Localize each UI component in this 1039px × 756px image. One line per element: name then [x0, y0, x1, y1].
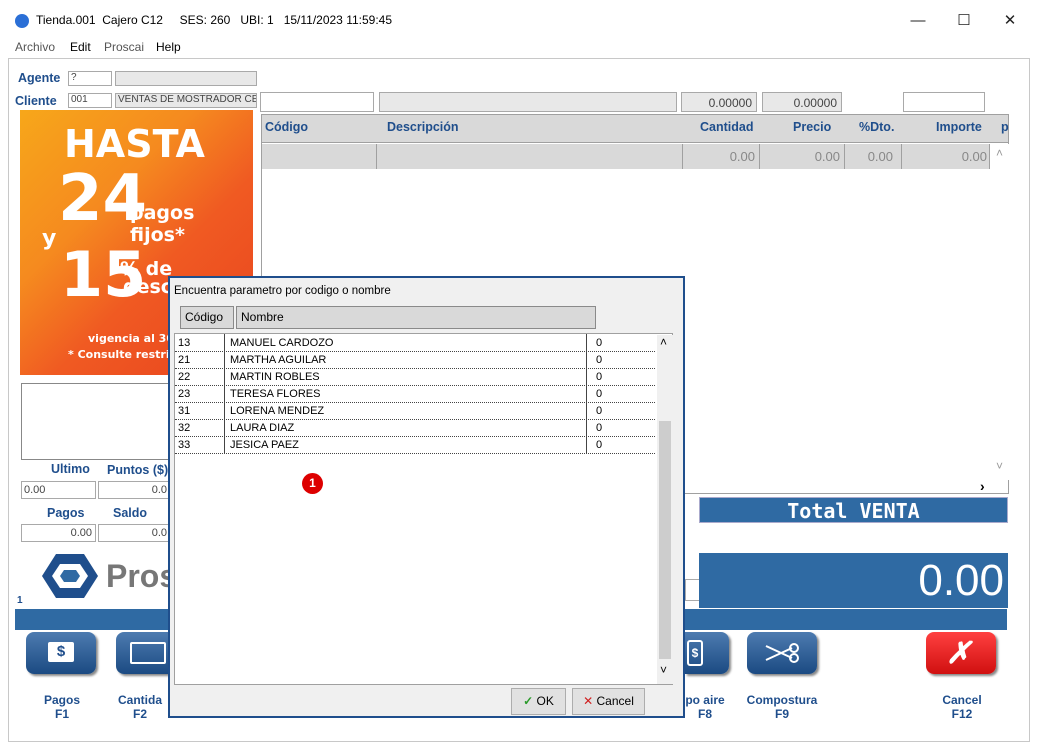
ultimo-label: Ultimo — [51, 462, 90, 476]
cell-importe[interactable]: 0.00 — [902, 144, 990, 169]
col-cantidad[interactable]: Cantidad — [700, 120, 753, 134]
puntos-label: Puntos ($) — [107, 463, 169, 477]
cancel-button[interactable]: ✕ Cancel — [572, 688, 645, 715]
col-p[interactable]: p — [1001, 120, 1009, 134]
dialog-col-nombre[interactable]: Nombre — [236, 306, 596, 329]
col-importe[interactable]: Importe — [936, 120, 982, 134]
maximize-button[interactable]: ☐ — [942, 10, 986, 32]
close-button[interactable]: ✕ — [988, 10, 1032, 32]
menu-proscai[interactable]: Proscai — [104, 40, 144, 54]
agente-code-field[interactable]: ? — [68, 71, 112, 86]
tiempo-aire-button-label[interactable]: po aire F8 — [680, 693, 730, 721]
col-descripcion[interactable]: Descripción — [387, 120, 459, 134]
menu-archivo[interactable]: Archivo — [15, 40, 55, 54]
value2-field[interactable]: 0.00000 — [762, 92, 842, 112]
pagos-field: 0.00 — [21, 524, 96, 542]
x-icon: ✗ — [946, 637, 972, 670]
scroll-right-icon[interactable]: › — [980, 478, 985, 494]
cantidad-button[interactable] — [116, 632, 168, 674]
search-field[interactable] — [260, 92, 374, 112]
scroll-up-icon[interactable]: ˄ — [996, 146, 1003, 160]
pagos-button-label[interactable]: Pagos F1 — [17, 693, 107, 721]
cell-dto[interactable]: 0.00 — [845, 144, 902, 169]
promo-text: pagos fijos* — [130, 202, 195, 246]
promo-text: y — [42, 226, 57, 251]
scissors-icon — [764, 642, 800, 664]
saldo-label: Saldo — [113, 506, 148, 520]
list-item[interactable]: 23 TERESA FLORES 0 — [175, 386, 655, 403]
extra-field[interactable] — [903, 92, 985, 112]
scroll-up-icon[interactable]: ˄ — [660, 335, 667, 349]
description-field[interactable] — [379, 92, 677, 112]
total-value: 0.00 — [699, 553, 1008, 608]
col-dto[interactable]: %Dto. — [859, 120, 894, 134]
saldo-field: 0.0 — [98, 524, 170, 542]
counter-label: 1 — [17, 595, 23, 606]
app-icon — [15, 14, 29, 28]
cliente-name-field[interactable]: VENTAS DE MOSTRADOR CEN — [115, 93, 257, 108]
dialog-title: Encuentra parametro por codigo o nombre — [174, 285, 391, 297]
x-icon: ✕ — [583, 694, 594, 708]
cell-codigo[interactable] — [262, 144, 377, 169]
list-item[interactable]: 13 MANUEL CARDOZO 0 — [175, 335, 655, 352]
cantidad-button-label[interactable]: Cantida F2 — [110, 693, 170, 721]
list-item[interactable]: 31 LORENA MENDEZ 0 — [175, 403, 655, 420]
total-spacer — [685, 579, 699, 601]
menu-help[interactable]: Help — [156, 40, 181, 54]
compostura-button[interactable] — [747, 632, 817, 674]
cancel-f12-button[interactable]: ✗ — [926, 632, 996, 674]
cell-cantidad[interactable]: 0.00 — [683, 144, 760, 169]
list-item[interactable]: 32 LAURA DIAZ 0 — [175, 420, 655, 437]
dialog-col-codigo[interactable]: Código — [180, 306, 234, 329]
menu-edit[interactable]: Edit — [70, 40, 91, 54]
puntos-field: 0.0 — [98, 481, 170, 499]
scroll-down-icon[interactable]: ˅ — [996, 459, 1003, 473]
logo-text: Pros — [106, 558, 178, 594]
ok-button[interactable]: ✓ OK — [511, 688, 566, 715]
cell-precio[interactable]: 0.00 — [760, 144, 845, 169]
ultimo-field: 0.00 — [21, 481, 96, 499]
total-label: Total VENTA — [699, 497, 1008, 523]
grid-vertical-scrollbar[interactable]: ˄ ˅ — [993, 144, 1009, 480]
dialog-results-list[interactable]: 13 MANUEL CARDOZO 0 21 MARTHA AGUILAR 0 22 MA… — [174, 333, 673, 685]
cliente-code-field[interactable]: 001 — [68, 93, 112, 108]
pagos-button[interactable]: $ — [26, 632, 96, 674]
search-dialog: Encuentra parametro por codigo o nombre … — [168, 276, 685, 718]
list-item[interactable]: 21 MARTHA AGUILAR 0 — [175, 352, 655, 369]
tiempo-aire-button[interactable]: $ — [685, 632, 729, 674]
scroll-thumb[interactable] — [659, 421, 671, 659]
list-item[interactable]: 22 MARTIN ROBLES 0 — [175, 369, 655, 386]
col-codigo[interactable]: Código — [265, 120, 308, 134]
minimize-button[interactable]: — — [896, 10, 940, 32]
title-bar: Tienda.001 Cajero C12 SES: 260 UBI: 1 15… — [0, 0, 1039, 38]
phone-icon: $ — [687, 640, 703, 666]
cell-descripcion[interactable] — [377, 144, 683, 169]
dialog-scrollbar[interactable]: ˄ ˅ — [657, 335, 673, 684]
col-precio[interactable]: Precio — [793, 120, 831, 134]
value1-field[interactable]: 0.00000 — [681, 92, 757, 112]
column-divider — [224, 334, 225, 454]
calculator-icon — [130, 642, 166, 664]
agente-name-field[interactable] — [115, 71, 257, 86]
agente-label: Agente — [18, 71, 61, 85]
window-title: Tienda.001 Cajero C12 SES: 260 UBI: 1 15… — [36, 13, 393, 27]
scroll-down-icon[interactable]: ˅ — [660, 663, 667, 677]
grid-header — [262, 115, 1008, 143]
column-divider — [586, 334, 587, 454]
proscai-logo-icon — [42, 552, 98, 600]
cliente-label: Cliente — [15, 94, 57, 108]
check-icon: ✓ — [523, 694, 534, 708]
list-item[interactable]: 33 JESICA PAEZ 0 — [175, 437, 655, 454]
pagos-label: Pagos — [47, 506, 85, 520]
compostura-button-label[interactable]: Compostura F9 — [737, 693, 827, 721]
promo-text: * Consulte restricc — [68, 348, 183, 361]
cancel-f12-button-label[interactable]: Cancel F12 — [917, 693, 1007, 721]
step-badge: 1 — [302, 473, 323, 494]
cash-icon: $ — [48, 642, 74, 662]
promo-text: HASTA — [64, 122, 205, 166]
